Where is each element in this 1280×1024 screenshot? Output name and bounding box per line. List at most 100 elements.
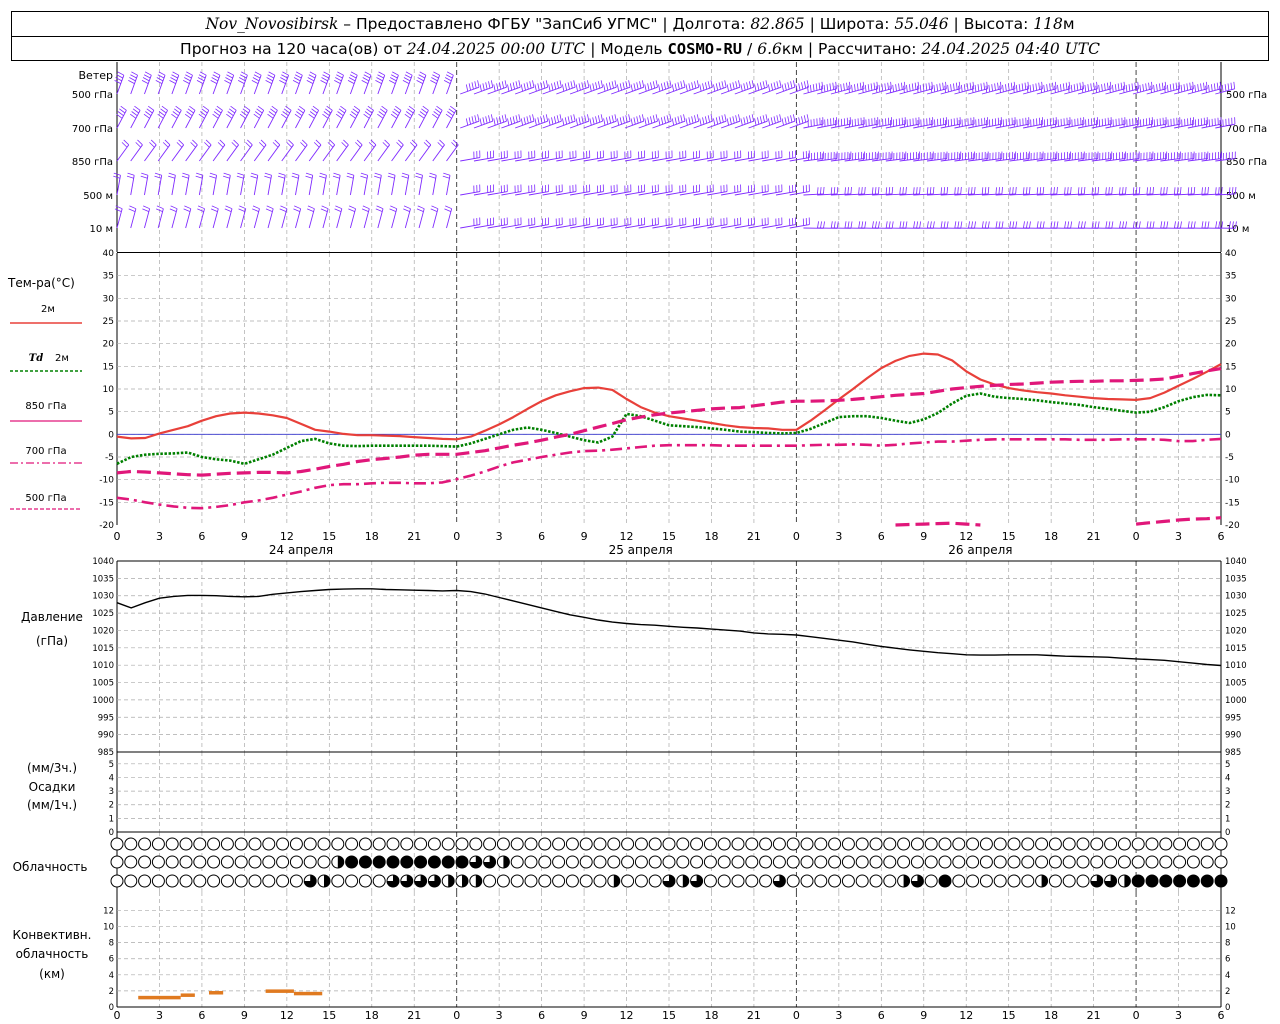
wind-barb-flag	[1138, 221, 1141, 229]
wind-barb-flag	[307, 77, 315, 82]
wind-barb-flag	[171, 113, 178, 119]
pressure-tick-left: 995	[98, 713, 114, 723]
wind-barb-flag	[633, 117, 636, 125]
cloud-cover-icon	[579, 837, 593, 851]
cloud-fill-half	[613, 875, 620, 887]
cloud-cover-icon	[883, 837, 897, 851]
wind-barb-flag	[575, 84, 578, 92]
wind-barb-flag	[1005, 84, 1007, 92]
cloud-circle	[289, 855, 303, 869]
cloud-circle	[1076, 837, 1090, 851]
wind-barb-flag	[490, 80, 494, 88]
wind-barb-flag	[230, 105, 237, 111]
pressure-tick-right: 1015	[1225, 644, 1247, 654]
cloud-circle	[345, 837, 359, 851]
wind-barb-flag	[1077, 221, 1080, 229]
wind-barb-flag	[319, 175, 327, 179]
wind-barb-flag	[652, 115, 656, 123]
hour-tick-bottom: 21	[747, 1009, 761, 1022]
wind-barb-flag	[515, 115, 518, 123]
wind-barb-flag	[393, 108, 400, 114]
wind-barb-icon	[597, 80, 617, 95]
wind-barb-flag	[1139, 84, 1142, 92]
wind-barb-flag	[1082, 81, 1085, 89]
cloud-cover-icon	[469, 874, 483, 888]
cloud-cover-icon	[593, 874, 607, 888]
cloud-circle	[952, 855, 966, 869]
wind-barb-flag	[141, 172, 149, 176]
cloud-circle	[124, 855, 138, 869]
wind-barb-icon	[265, 71, 276, 95]
cloud-fill-half	[682, 875, 689, 887]
cloud-circle	[814, 855, 828, 869]
wind-barb-flag	[1065, 82, 1068, 90]
wind-barb-flag	[1062, 83, 1065, 91]
cloud-circle	[1007, 874, 1021, 888]
hour-tick-bottom: 18	[704, 1009, 718, 1022]
cloud-cover-icon	[993, 855, 1007, 869]
precip-tick-right: 1	[1225, 814, 1230, 824]
wind-barb-flag	[1046, 84, 1048, 92]
wind-barb-flag	[1203, 82, 1205, 90]
wind-barb-flag	[971, 85, 974, 93]
cloud-cover-icon	[1145, 855, 1159, 869]
pressure-tick-right: 1030	[1225, 592, 1247, 602]
pressure-tick-right: 1005	[1225, 679, 1247, 689]
wind-barb-flag	[984, 187, 987, 195]
wind-barb-flag	[291, 175, 299, 179]
wind-barb-flag	[840, 84, 842, 92]
wind-barb-flag	[509, 83, 513, 91]
wind-barb-flag	[553, 116, 557, 124]
wind-barb-flag	[1018, 84, 1021, 92]
wind-barb-flag	[228, 108, 236, 114]
cloud-circle	[262, 874, 276, 888]
wind-barb-flag	[168, 175, 175, 179]
cloud-cover-icon	[648, 855, 662, 869]
cloud-fill-half	[1041, 875, 1048, 887]
wind-barb-flag	[998, 187, 1000, 195]
wind-barb-flag	[1190, 221, 1193, 229]
wind-barb-icon	[374, 172, 382, 196]
cloud-cover-icon	[289, 837, 303, 851]
wind-barb-flag	[877, 186, 880, 194]
wind-barb-icon	[240, 139, 253, 162]
wind-barb-flag	[155, 80, 163, 85]
cloud-circle	[138, 855, 152, 869]
wind-barb-flag	[917, 81, 920, 89]
hour-tick-temp: 3	[496, 530, 503, 543]
wind-barb-flag	[482, 83, 485, 91]
temp-tick-right: -20	[1225, 521, 1240, 531]
wind-barb-icon	[360, 172, 369, 196]
wind-barb-flag	[392, 111, 399, 116]
conv-cloud-bar	[180, 993, 195, 997]
hour-tick-bottom: 0	[114, 1009, 121, 1022]
wind-barb-icon	[1119, 81, 1139, 95]
wind-barb-flag	[366, 108, 373, 114]
wind-barb-flag	[864, 186, 866, 194]
wind-barb-flag	[1002, 84, 1004, 92]
cloud-cover-icon	[483, 837, 497, 851]
cloud-circle	[717, 837, 731, 851]
wind-barb-icon	[418, 105, 429, 129]
cloud-cover-icon	[510, 837, 524, 851]
wind-barb-flag	[202, 105, 210, 111]
cloud-circle	[731, 855, 745, 869]
temp-tick-left: 5	[108, 408, 114, 418]
wind-barb-flag	[1081, 85, 1084, 93]
wind-barb-flag	[859, 82, 862, 90]
wind-barb-flag	[858, 221, 861, 229]
cloud-cover-icon	[731, 837, 745, 851]
wind-barb-flag	[928, 82, 931, 90]
wind-barb-flag	[875, 85, 878, 93]
wind-barb-flag	[969, 82, 972, 90]
wind-barb-icon	[348, 205, 357, 229]
cloud-circle	[1035, 855, 1049, 869]
temp-tick-left: 15	[103, 362, 114, 372]
wind-barb-flag	[1097, 186, 1100, 194]
wind-barb-flag	[196, 80, 204, 85]
cloud-fill-full	[345, 856, 358, 868]
wind-barb-flag	[674, 83, 677, 91]
wind-barb-flag	[443, 80, 451, 85]
wind-barb-flag	[254, 71, 262, 76]
wind-barb-flag	[551, 83, 554, 91]
